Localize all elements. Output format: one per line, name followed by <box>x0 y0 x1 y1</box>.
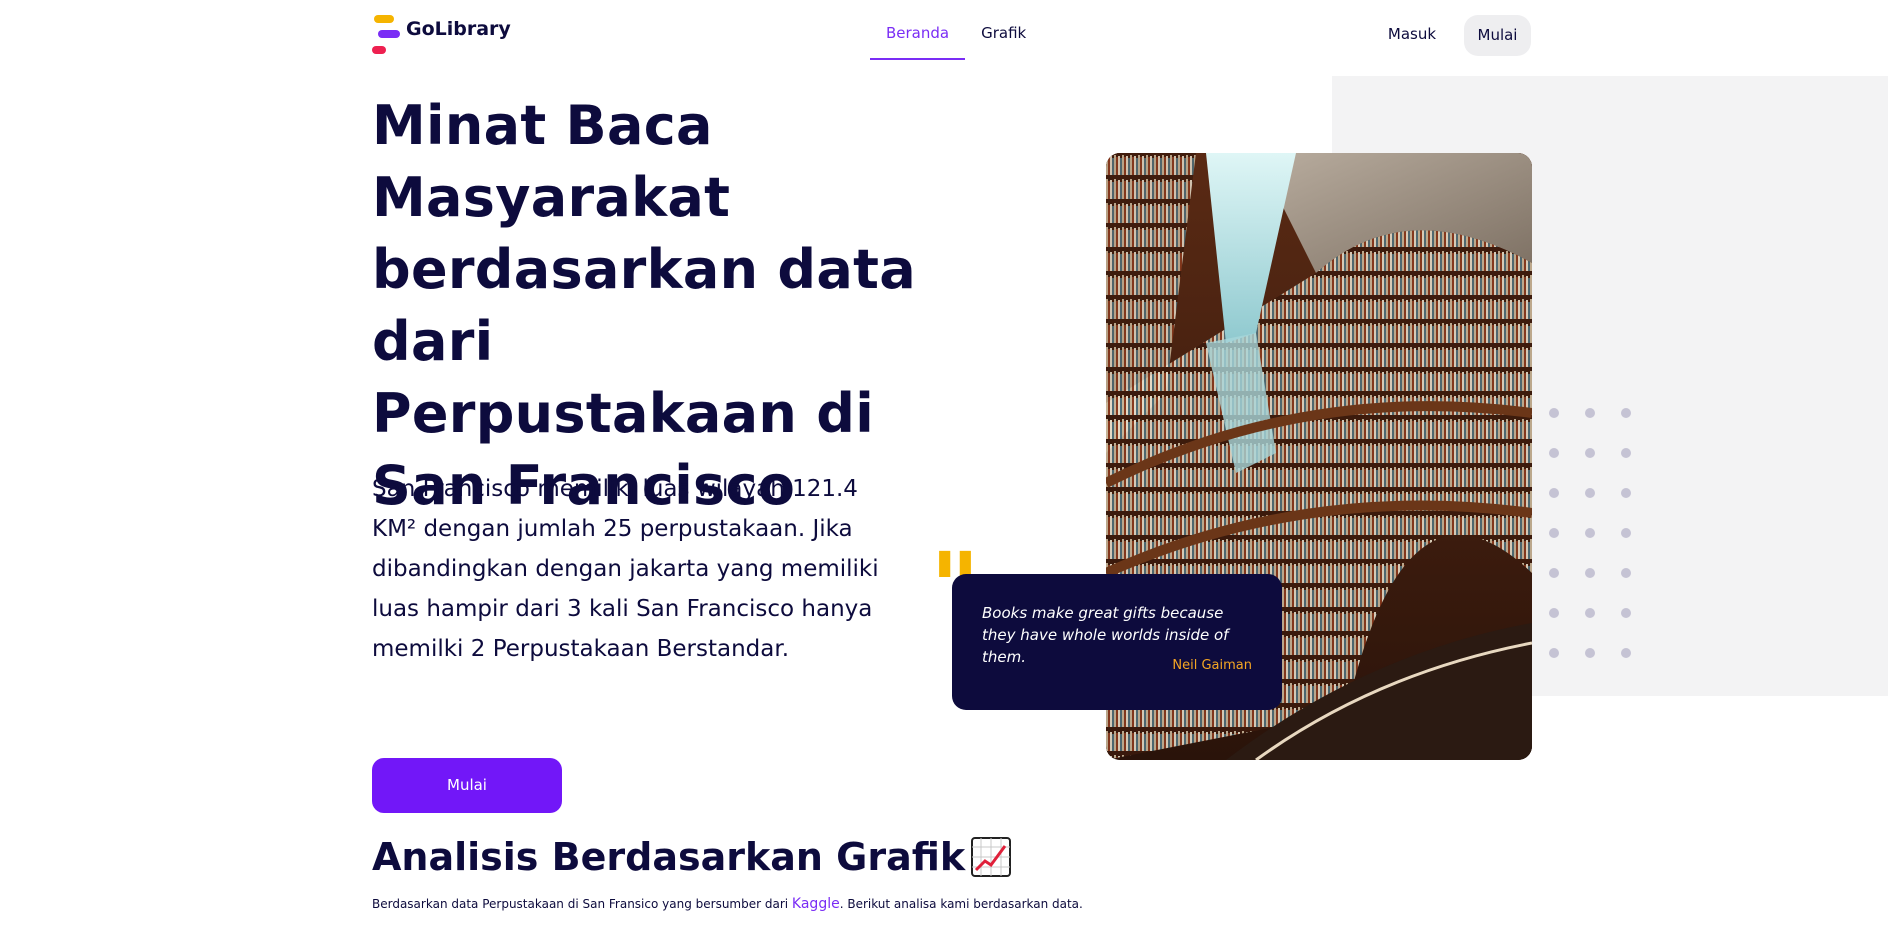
decorative-dot <box>1585 568 1595 578</box>
decorative-dot <box>1585 608 1595 618</box>
decorative-dot <box>1549 648 1559 658</box>
decorative-dot <box>1585 488 1595 498</box>
login-button[interactable]: Masuk <box>1380 16 1444 52</box>
decorative-dot <box>1549 608 1559 618</box>
decorative-dot <box>1621 488 1631 498</box>
decorative-dot <box>1585 528 1595 538</box>
nav-item-grafik[interactable]: Grafik <box>965 0 1042 60</box>
decorative-dot <box>1585 448 1595 458</box>
analysis-subtitle-text: Berdasarkan data Perpustakaan di San Fra… <box>372 897 792 911</box>
analysis-subtitle: Berdasarkan data Perpustakaan di San Fra… <box>372 896 1083 912</box>
analysis-title: Analisis Berdasarkan Grafik <box>372 832 1012 882</box>
brand-logo[interactable]: GoLibrary <box>372 14 511 58</box>
quote-author: Neil Gaiman <box>1172 658 1252 673</box>
chart-increasing-icon <box>971 837 1012 877</box>
nav-item-beranda[interactable]: Beranda <box>870 0 966 60</box>
quote-card: Books make great gifts because they have… <box>952 574 1282 710</box>
analysis-subtitle-text-end: . Berikut analisa kami berdasarkan data. <box>839 897 1083 911</box>
decorative-dot <box>1621 568 1631 578</box>
analysis-title-text: Analisis Berdasarkan Grafik <box>372 835 966 879</box>
decorative-dot <box>1549 448 1559 458</box>
start-button-header[interactable]: Mulai <box>1464 15 1531 56</box>
start-button-hero[interactable]: Mulai <box>372 758 562 813</box>
decorative-dot <box>1549 528 1559 538</box>
hero-description: San Francisco memiliki luas wilayah 121.… <box>372 476 879 662</box>
decorative-dot <box>1621 408 1631 418</box>
decorative-dot <box>1585 648 1595 658</box>
main-nav: Beranda Grafik <box>870 0 1042 60</box>
decorative-dot <box>1621 528 1631 538</box>
decorative-dot <box>1585 408 1595 418</box>
decorative-dot <box>1549 408 1559 418</box>
decorative-dot <box>1621 448 1631 458</box>
decorative-dot <box>1549 488 1559 498</box>
kaggle-link[interactable]: Kaggle <box>792 896 840 912</box>
hero-title: Minat Baca Masyarakat berdasarkan data d… <box>372 94 916 517</box>
decorative-dot <box>1549 568 1559 578</box>
logo-icon <box>372 14 402 58</box>
brand-name: GoLibrary <box>406 18 511 40</box>
decorative-dot <box>1621 608 1631 618</box>
decorative-dot <box>1621 648 1631 658</box>
